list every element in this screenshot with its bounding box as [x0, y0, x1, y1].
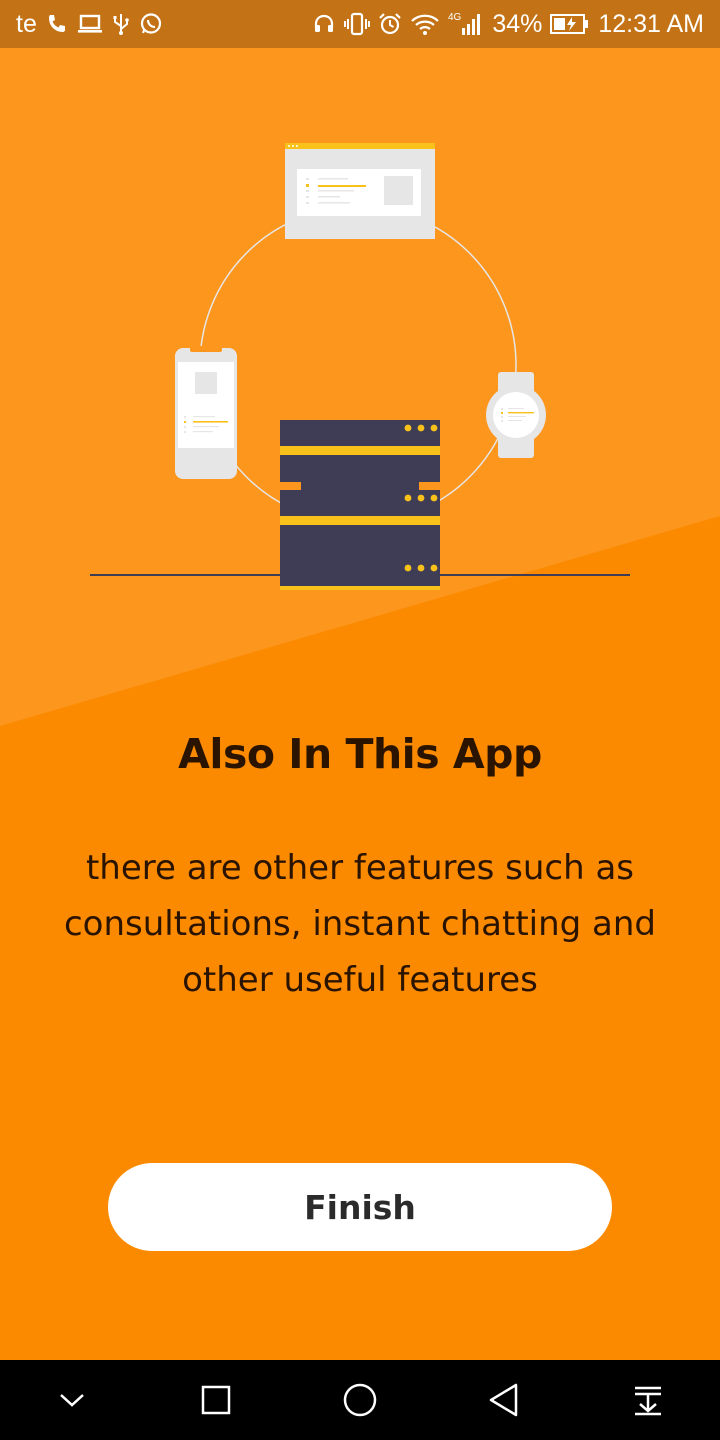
usb-icon — [111, 12, 131, 36]
alarm-icon — [378, 12, 402, 36]
browser-window-graphic — [285, 143, 435, 239]
status-bar: te 4G 34% 12:31 AM — [0, 0, 720, 48]
network-type-label: 4G — [448, 12, 462, 23]
whatsapp-icon — [139, 12, 163, 36]
recents-square-icon — [201, 1385, 231, 1415]
clock: 12:31 AM — [598, 9, 704, 38]
phone-icon — [45, 12, 69, 36]
navigation-bar — [0, 1360, 720, 1440]
finish-button[interactable]: Finish — [108, 1163, 612, 1251]
home-button[interactable] — [330, 1370, 390, 1430]
onboarding-screen: Also In This App there are other feature… — [0, 48, 720, 1360]
laptop-icon — [77, 13, 103, 35]
page-title: Also In This App — [178, 730, 542, 778]
recents-button[interactable] — [186, 1370, 246, 1430]
wifi-icon — [410, 12, 440, 36]
devices-server-illustration — [90, 143, 630, 590]
status-bar-left: te — [16, 10, 163, 39]
signal-icon: 4G — [448, 11, 484, 37]
notification-pulldown-button[interactable] — [618, 1370, 678, 1430]
chevron-down-icon[interactable] — [42, 1370, 102, 1430]
vibrate-icon — [344, 12, 371, 36]
headphones-icon — [312, 12, 336, 36]
home-circle-icon — [343, 1383, 377, 1417]
carrier-label: te — [16, 9, 37, 38]
battery-percent: 34% — [492, 9, 543, 38]
phone-graphic — [175, 346, 237, 479]
battery-charging-icon — [550, 13, 590, 35]
notification-pulldown-icon — [635, 1386, 661, 1416]
back-triangle-icon — [489, 1383, 518, 1417]
back-button[interactable] — [474, 1370, 534, 1430]
server-rack-graphic — [280, 420, 440, 590]
status-bar-right: 4G 34% 12:31 AM — [312, 10, 704, 39]
page-description: there are other features such as consult… — [63, 848, 657, 1000]
